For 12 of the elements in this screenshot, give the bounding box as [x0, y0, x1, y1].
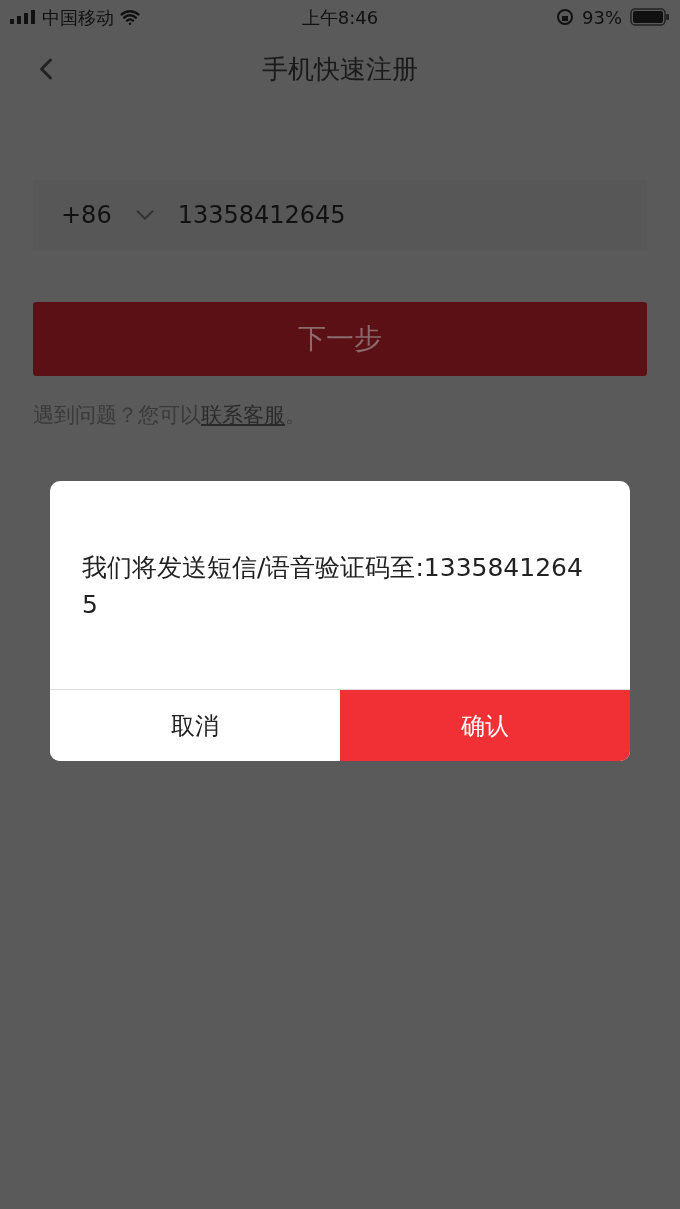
wifi-icon [120, 7, 140, 27]
rotation-lock-icon [556, 8, 574, 26]
dialog-message: 我们将发送短信/语音验证码至:13358412645 [81, 552, 584, 621]
battery-percent: 93% [582, 5, 622, 30]
page-title: 手机快速注册 [261, 52, 419, 86]
carrier-name: 中国移动 [42, 5, 114, 30]
status-time: 上午8:46 [300, 5, 380, 30]
confirm-button[interactable]: 确认 [340, 690, 630, 761]
phone-number: 13358412645 [177, 200, 346, 231]
battery-icon [630, 8, 670, 26]
country-code[interactable]: +86 [61, 197, 112, 233]
signal-icon [10, 10, 36, 24]
